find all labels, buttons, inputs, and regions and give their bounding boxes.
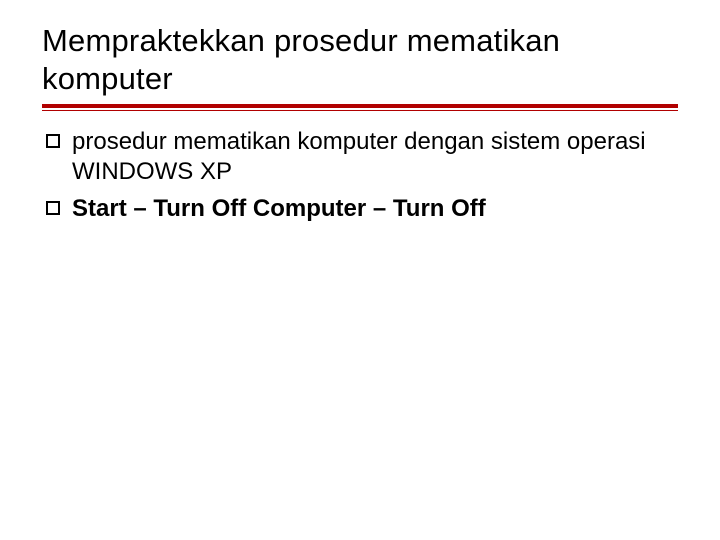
content-area: prosedur mematikan komputer dengan siste…	[42, 127, 678, 225]
list-item: prosedur mematikan komputer dengan siste…	[46, 127, 678, 188]
slide-title: Mempraktekkan prosedur mematikan kompute…	[42, 22, 678, 98]
bullet-text: prosedur mematikan komputer dengan siste…	[72, 127, 678, 188]
title-rule-thin	[42, 110, 678, 111]
bullet-text: Start – Turn Off Computer – Turn Off	[72, 194, 486, 225]
list-item: Start – Turn Off Computer – Turn Off	[46, 194, 678, 225]
title-block: Mempraktekkan prosedur mematikan kompute…	[42, 22, 678, 111]
square-bullet-icon	[46, 201, 60, 215]
square-bullet-icon	[46, 134, 60, 148]
title-rule-thick	[42, 104, 678, 108]
slide: Mempraktekkan prosedur mematikan kompute…	[0, 0, 720, 225]
